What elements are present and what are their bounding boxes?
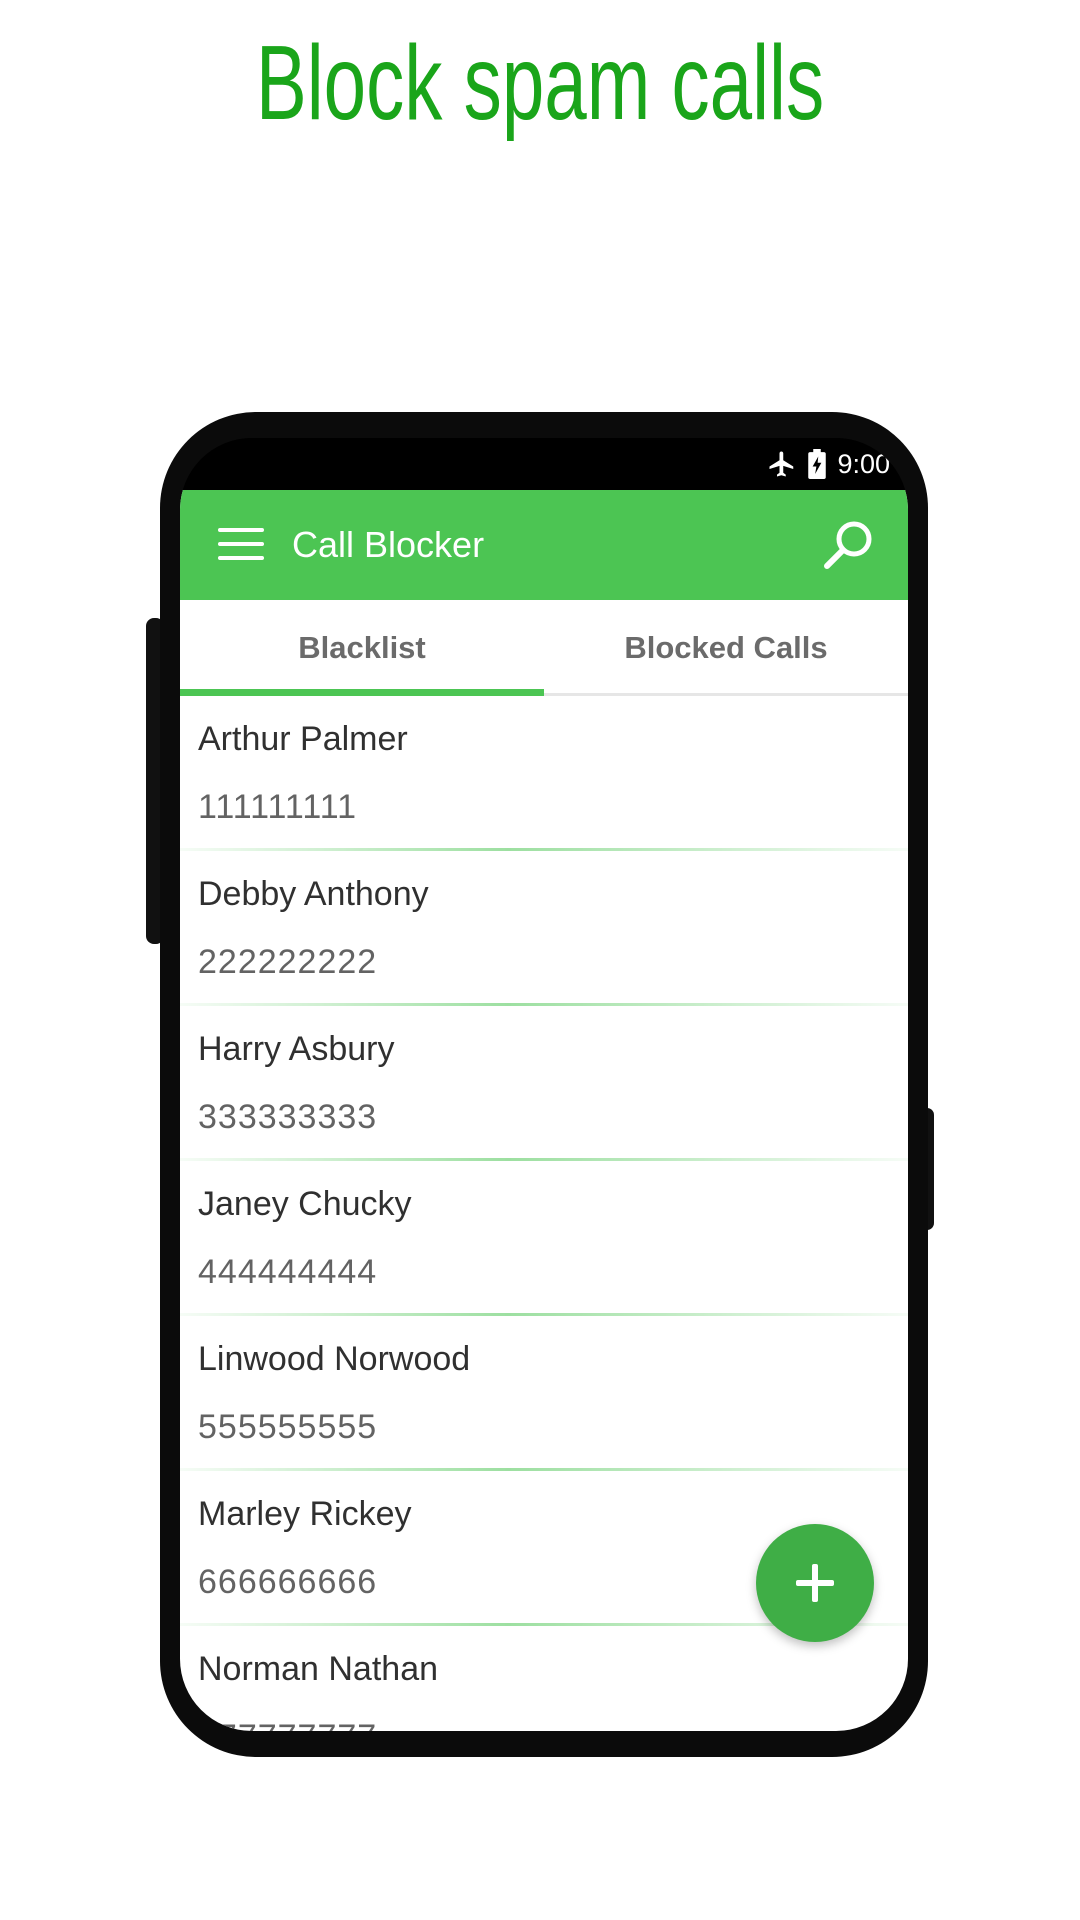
contact-number: 777777777 [198, 1718, 377, 1731]
list-item[interactable]: Janey Chucky 444444444 [180, 1161, 908, 1316]
battery-charging-icon [807, 449, 827, 479]
phone-screen: 9:00 Call Blocker Blacklist Blocked Call… [180, 438, 908, 1731]
contact-number: 666666666 [198, 1563, 378, 1601]
contact-name: Linwood Norwood [198, 1340, 471, 1378]
list-item[interactable]: Harry Asbury 333333333 [180, 1006, 908, 1161]
contact-name: Harry Asbury [198, 1030, 395, 1068]
status-icons: 9:00 [767, 448, 890, 480]
list-item[interactable]: Linwood Norwood 555555555 [180, 1316, 908, 1471]
headline: Block spam calls [255, 24, 825, 142]
list-item[interactable]: Arthur Palmer 111111111 [180, 696, 908, 851]
contact-name: Arthur Palmer [198, 720, 408, 758]
contact-name: Marley Rickey [198, 1495, 412, 1533]
call-blocker-app: Call Blocker Blacklist Blocked Calls Art… [180, 490, 908, 1731]
contact-number: 333333333 [198, 1098, 378, 1136]
menu-icon[interactable] [218, 528, 266, 562]
status-time: 9:00 [837, 448, 890, 479]
tab-blacklist[interactable]: Blacklist [180, 600, 544, 696]
tab-blocked-calls[interactable]: Blocked Calls [544, 600, 908, 696]
plus-icon [796, 1564, 834, 1602]
contact-number: 111111111 [198, 788, 357, 826]
contact-name: Janey Chucky [198, 1185, 412, 1223]
toolbar-title: Call Blocker [292, 524, 485, 565]
tab-bar: Blacklist Blocked Calls [180, 600, 908, 696]
airplane-mode-icon [767, 449, 797, 479]
contact-name: Debby Anthony [198, 875, 429, 913]
list-item[interactable]: Debby Anthony 222222222 [180, 851, 908, 1006]
status-bar: 9:00 [180, 438, 908, 490]
contact-number: 222222222 [198, 943, 378, 981]
add-number-button[interactable] [756, 1524, 874, 1642]
list-item[interactable]: Norman Nathan 777777777 [180, 1626, 908, 1731]
contact-number: 555555555 [198, 1408, 378, 1446]
tab-selected-indicator [180, 689, 544, 696]
screenshot-page: Block spam calls 9:00 Call Blocker Black… [0, 0, 1080, 1920]
app-toolbar: Call Blocker [180, 490, 908, 600]
contact-name: Norman Nathan [198, 1650, 439, 1688]
search-icon[interactable] [820, 516, 878, 574]
contact-number: 444444444 [198, 1253, 378, 1291]
